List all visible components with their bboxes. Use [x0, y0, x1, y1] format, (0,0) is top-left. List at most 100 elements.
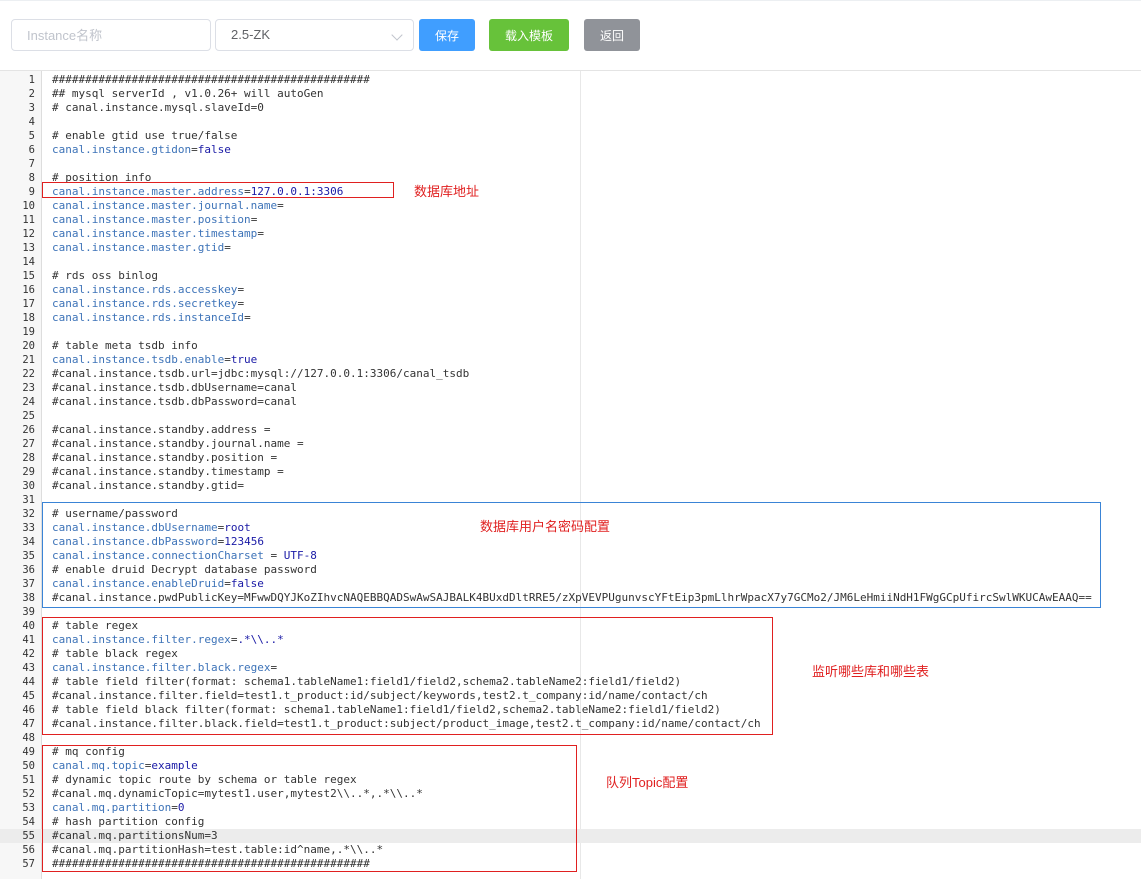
line-number: 42: [22, 648, 35, 660]
property-equals: =: [250, 213, 258, 226]
line-code: #canal.instance.standby.gtid=: [52, 479, 245, 492]
code-line[interactable]: 12 canal.instance.master.timestamp=: [0, 227, 1141, 241]
property-equals: =: [237, 297, 245, 310]
annotation-tables-filter: 监听哪些库和哪些表: [812, 664, 930, 679]
line-number: 5: [28, 130, 35, 142]
line-number: 21: [22, 354, 35, 366]
line-code: canal.instance.master.journal.name=: [52, 199, 284, 213]
line-code: #canal.instance.standby.position =: [52, 451, 278, 464]
line-code: ## mysql serverId , v1.0.26+ will autoGe…: [52, 87, 324, 100]
line-code: #canal.instance.tsdb.dbUsername=canal: [52, 381, 298, 394]
version-select[interactable]: 2.5-ZK: [215, 19, 414, 51]
line-number: 12: [22, 228, 35, 240]
line-number: 7: [28, 158, 35, 170]
version-select-value: 2.5-ZK: [231, 27, 271, 42]
line-number: 39: [22, 606, 35, 618]
line-number: 1: [28, 74, 35, 86]
code-line[interactable]: 28 #canal.instance.standby.position =: [0, 451, 1141, 465]
code-line[interactable]: 7: [0, 157, 1141, 171]
property-equals: =: [244, 311, 251, 324]
line-code: canal.instance.master.gtid=: [52, 241, 231, 255]
code-line[interactable]: 23 #canal.instance.tsdb.dbUsername=canal: [0, 381, 1141, 395]
code-line[interactable]: 26 #canal.instance.standby.address =: [0, 423, 1141, 437]
property-value: true: [230, 353, 258, 366]
code-line[interactable]: 19: [0, 325, 1141, 339]
code-line[interactable]: 15 # rds oss binlog: [0, 269, 1141, 283]
annotation-box-db-address: [42, 182, 394, 198]
line-number: 57: [22, 858, 35, 870]
line-code: canal.instance.tsdb.enable=true: [52, 353, 257, 367]
line-number: 13: [22, 242, 35, 254]
code-line[interactable]: 3 # canal.instance.mysql.slaveId=0: [0, 101, 1141, 115]
annotation-db-address: 数据库地址: [414, 184, 480, 199]
code-line[interactable]: 24 #canal.instance.tsdb.dbPassword=canal: [0, 395, 1141, 409]
property-key: canal.instance.master.timestamp: [52, 227, 258, 240]
line-number: 49: [22, 746, 35, 758]
code-line[interactable]: 16 canal.instance.rds.accesskey=: [0, 283, 1141, 297]
property-key: canal.instance.master.gtid: [52, 241, 225, 254]
line-code: #canal.instance.standby.timestamp =: [52, 465, 284, 478]
code-line[interactable]: 13 canal.instance.master.gtid=: [0, 241, 1141, 255]
code-line[interactable]: 11 canal.instance.master.position=: [0, 213, 1141, 227]
save-button[interactable]: 保存: [419, 19, 475, 51]
line-number: 35: [22, 550, 35, 562]
code-line[interactable]: 25: [0, 409, 1141, 423]
line-code: #canal.instance.standby.journal.name =: [52, 437, 304, 450]
code-line[interactable]: 17 canal.instance.rds.secretkey=: [0, 297, 1141, 311]
code-line[interactable]: 30 #canal.instance.standby.gtid=: [0, 479, 1141, 493]
code-line[interactable]: 29 #canal.instance.standby.timestamp =: [0, 465, 1141, 479]
code-line[interactable]: 10 canal.instance.master.journal.name=: [0, 199, 1141, 213]
line-number: 14: [22, 256, 35, 268]
chevron-down-icon: [391, 29, 403, 41]
property-key: canal.instance.master.journal.name: [52, 199, 278, 212]
line-number: 32: [22, 508, 35, 520]
code-line[interactable]: 5 # enable gtid use true/false: [0, 129, 1141, 143]
code-line[interactable]: 27 #canal.instance.standby.journal.name =: [0, 437, 1141, 451]
property-equals: =: [277, 199, 284, 212]
instance-name-input[interactable]: [11, 19, 211, 51]
code-line[interactable]: 6 canal.instance.gtidon=false: [0, 143, 1141, 157]
toolbar: 2.5-ZK 保存 载入模板 返回: [0, 0, 1141, 70]
code-line[interactable]: 2 ## mysql serverId , v1.0.26+ will autoG…: [0, 87, 1141, 101]
line-code: ########################################…: [52, 73, 370, 86]
line-number: 11: [22, 214, 35, 226]
line-number: 54: [22, 816, 35, 828]
property-key: canal.instance.gtidon: [52, 143, 192, 156]
back-button[interactable]: 返回: [584, 19, 640, 51]
property-key: canal.instance.rds.secretkey: [52, 297, 238, 310]
line-number: 43: [22, 662, 35, 674]
line-number: 40: [22, 620, 35, 632]
line-number: 23: [22, 382, 35, 394]
line-number: 27: [22, 438, 35, 450]
property-equals: =: [224, 353, 231, 366]
code-line[interactable]: 4: [0, 115, 1141, 129]
line-number: 20: [22, 340, 35, 352]
code-line[interactable]: 22 #canal.instance.tsdb.url=jdbc:mysql://…: [0, 367, 1141, 381]
line-number: 48: [22, 732, 35, 744]
line-number: 45: [22, 690, 35, 702]
code-line[interactable]: 21 canal.instance.tsdb.enable=true: [0, 353, 1141, 367]
line-number: 51: [22, 774, 35, 786]
code-line[interactable]: 1 #######################################…: [0, 73, 1141, 87]
line-number: 6: [28, 144, 35, 156]
line-number: 41: [22, 634, 35, 646]
annotation-mq-topic: 队列Topic配置: [606, 775, 689, 790]
property-equals: =: [237, 283, 245, 296]
property-equals: =: [191, 143, 198, 156]
line-number: 50: [22, 760, 35, 772]
property-key: canal.instance.master.position: [52, 213, 251, 226]
code-editor[interactable]: 1 #######################################…: [0, 70, 1141, 879]
property-equals: =: [224, 241, 231, 254]
code-line[interactable]: 18 canal.instance.rds.instanceId=: [0, 311, 1141, 325]
property-key: canal.instance.rds.accesskey: [52, 283, 238, 296]
annotation-box-tables-filter: [42, 617, 773, 735]
line-code: canal.instance.master.position=: [52, 213, 257, 227]
line-number: 9: [28, 186, 35, 198]
line-number: 22: [22, 368, 35, 380]
code-line[interactable]: 14: [0, 255, 1141, 269]
load-template-button[interactable]: 载入模板: [489, 19, 569, 51]
line-number: 4: [28, 116, 35, 128]
line-code: # canal.instance.mysql.slaveId=0: [52, 101, 264, 114]
code-line[interactable]: 20 # table meta tsdb info: [0, 339, 1141, 353]
line-number: 8: [28, 172, 35, 184]
